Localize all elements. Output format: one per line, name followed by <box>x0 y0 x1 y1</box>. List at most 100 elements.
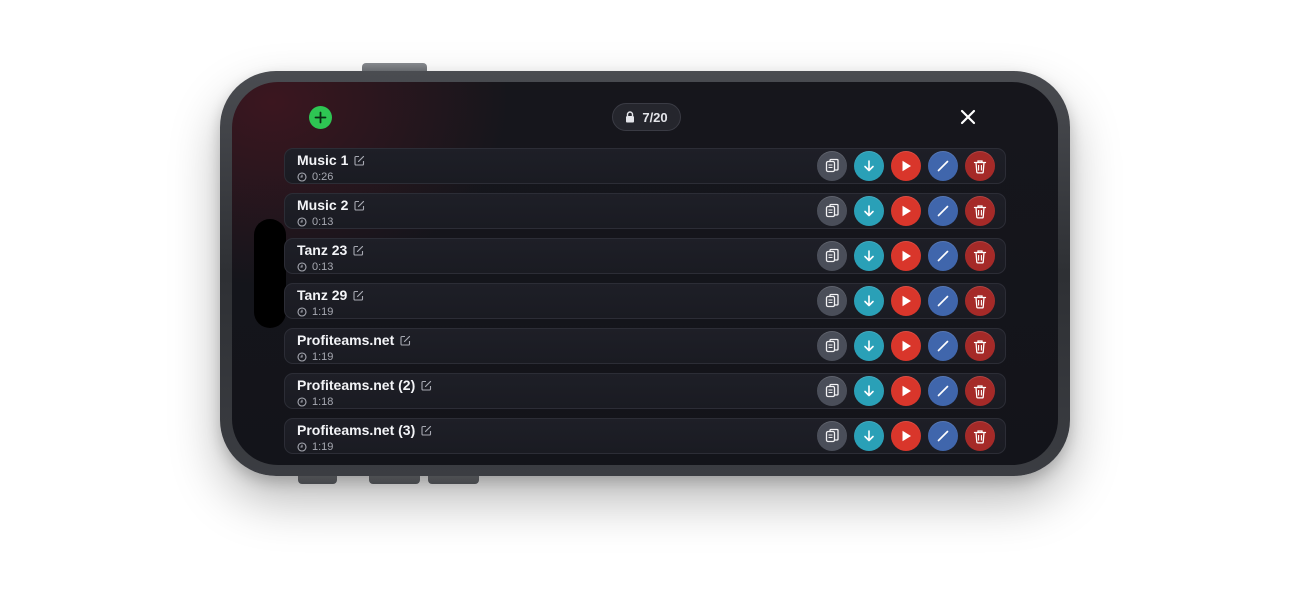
plus-icon <box>314 111 327 124</box>
play-button[interactable] <box>891 196 921 226</box>
row-actions <box>817 241 995 271</box>
edit-title-icon[interactable] <box>421 425 432 436</box>
download-button[interactable] <box>854 151 884 181</box>
edit-title-icon[interactable] <box>400 335 411 346</box>
item-duration: 1:19 <box>312 306 334 318</box>
item-title: Tanz 23 <box>297 242 348 258</box>
play-icon <box>902 250 911 262</box>
download-icon <box>864 340 874 352</box>
delete-button[interactable] <box>965 241 995 271</box>
play-button[interactable] <box>891 286 921 316</box>
edit-button[interactable] <box>928 241 958 271</box>
download-button[interactable] <box>854 421 884 451</box>
edit-button[interactable] <box>928 196 958 226</box>
edit-button[interactable] <box>928 376 958 406</box>
trash-icon <box>973 384 987 399</box>
delete-button[interactable] <box>965 376 995 406</box>
pencil-icon <box>937 340 949 352</box>
list-item[interactable]: Tanz 23 0:13 <box>284 238 1006 274</box>
download-button[interactable] <box>854 241 884 271</box>
row-actions <box>817 331 995 361</box>
delete-button[interactable] <box>965 286 995 316</box>
download-button[interactable] <box>854 286 884 316</box>
close-icon <box>960 109 976 125</box>
pencil-icon <box>937 250 949 262</box>
edit-title-icon[interactable] <box>354 155 365 166</box>
copy-icon <box>825 383 839 398</box>
phone-frame: 7/20 Music 1 0:26 Music 2 0:13 Tanz 23 0… <box>220 71 1070 476</box>
play-icon <box>902 385 911 397</box>
download-icon <box>864 205 874 217</box>
edit-title-icon[interactable] <box>421 380 432 391</box>
edit-title-icon[interactable] <box>353 290 364 301</box>
edit-button[interactable] <box>928 421 958 451</box>
copy-icon <box>825 203 839 218</box>
copy-button[interactable] <box>817 241 847 271</box>
copy-icon <box>825 158 839 173</box>
copy-icon <box>825 293 839 308</box>
app-screen: 7/20 Music 1 0:26 Music 2 0:13 Tanz 23 0… <box>232 82 1058 465</box>
clock-icon <box>297 397 307 407</box>
list-item[interactable]: Profiteams.net (2) 1:18 <box>284 373 1006 409</box>
item-duration: 1:18 <box>312 396 334 408</box>
lock-icon <box>626 111 635 123</box>
list-item[interactable]: Music 2 0:13 <box>284 193 1006 229</box>
download-button[interactable] <box>854 376 884 406</box>
row-actions <box>817 286 995 316</box>
edit-title-icon[interactable] <box>353 245 364 256</box>
dynamic-island <box>254 219 286 328</box>
list-item[interactable]: Profiteams.net (3) 1:19 <box>284 418 1006 454</box>
play-button[interactable] <box>891 241 921 271</box>
delete-button[interactable] <box>965 331 995 361</box>
play-icon <box>902 295 911 307</box>
trash-icon <box>973 339 987 354</box>
download-icon <box>864 250 874 262</box>
list-item[interactable]: Music 1 0:26 <box>284 148 1006 184</box>
play-button[interactable] <box>891 421 921 451</box>
trash-icon <box>973 429 987 444</box>
delete-button[interactable] <box>965 421 995 451</box>
download-button[interactable] <box>854 196 884 226</box>
pencil-icon <box>937 160 949 172</box>
copy-icon <box>825 428 839 443</box>
copy-button[interactable] <box>817 331 847 361</box>
trash-icon <box>973 294 987 309</box>
download-icon <box>864 385 874 397</box>
item-title: Tanz 29 <box>297 287 348 303</box>
copy-icon <box>825 248 839 263</box>
download-icon <box>864 295 874 307</box>
delete-button[interactable] <box>965 196 995 226</box>
list-item[interactable]: Tanz 29 1:19 <box>284 283 1006 319</box>
copy-button[interactable] <box>817 286 847 316</box>
close-button[interactable] <box>959 108 977 126</box>
list-item[interactable]: Profiteams.net 1:19 <box>284 328 1006 364</box>
download-icon <box>864 430 874 442</box>
trash-icon <box>973 249 987 264</box>
item-duration: 0:13 <box>312 261 334 273</box>
add-button[interactable] <box>309 106 332 129</box>
trash-icon <box>973 159 987 174</box>
copy-button[interactable] <box>817 196 847 226</box>
copy-button[interactable] <box>817 421 847 451</box>
item-title: Music 1 <box>297 152 349 168</box>
copy-button[interactable] <box>817 151 847 181</box>
download-icon <box>864 160 874 172</box>
copy-button[interactable] <box>817 376 847 406</box>
delete-button[interactable] <box>965 151 995 181</box>
pencil-icon <box>937 385 949 397</box>
download-button[interactable] <box>854 331 884 361</box>
edit-title-icon[interactable] <box>354 200 365 211</box>
clock-icon <box>297 262 307 272</box>
play-button[interactable] <box>891 151 921 181</box>
edit-button[interactable] <box>928 331 958 361</box>
play-button[interactable] <box>891 376 921 406</box>
item-duration: 0:26 <box>312 171 334 183</box>
item-title: Profiteams.net (3) <box>297 422 416 438</box>
play-icon <box>902 340 911 352</box>
clock-icon <box>297 172 307 182</box>
copy-icon <box>825 338 839 353</box>
counter-text: 7/20 <box>642 109 668 125</box>
edit-button[interactable] <box>928 286 958 316</box>
play-button[interactable] <box>891 331 921 361</box>
edit-button[interactable] <box>928 151 958 181</box>
